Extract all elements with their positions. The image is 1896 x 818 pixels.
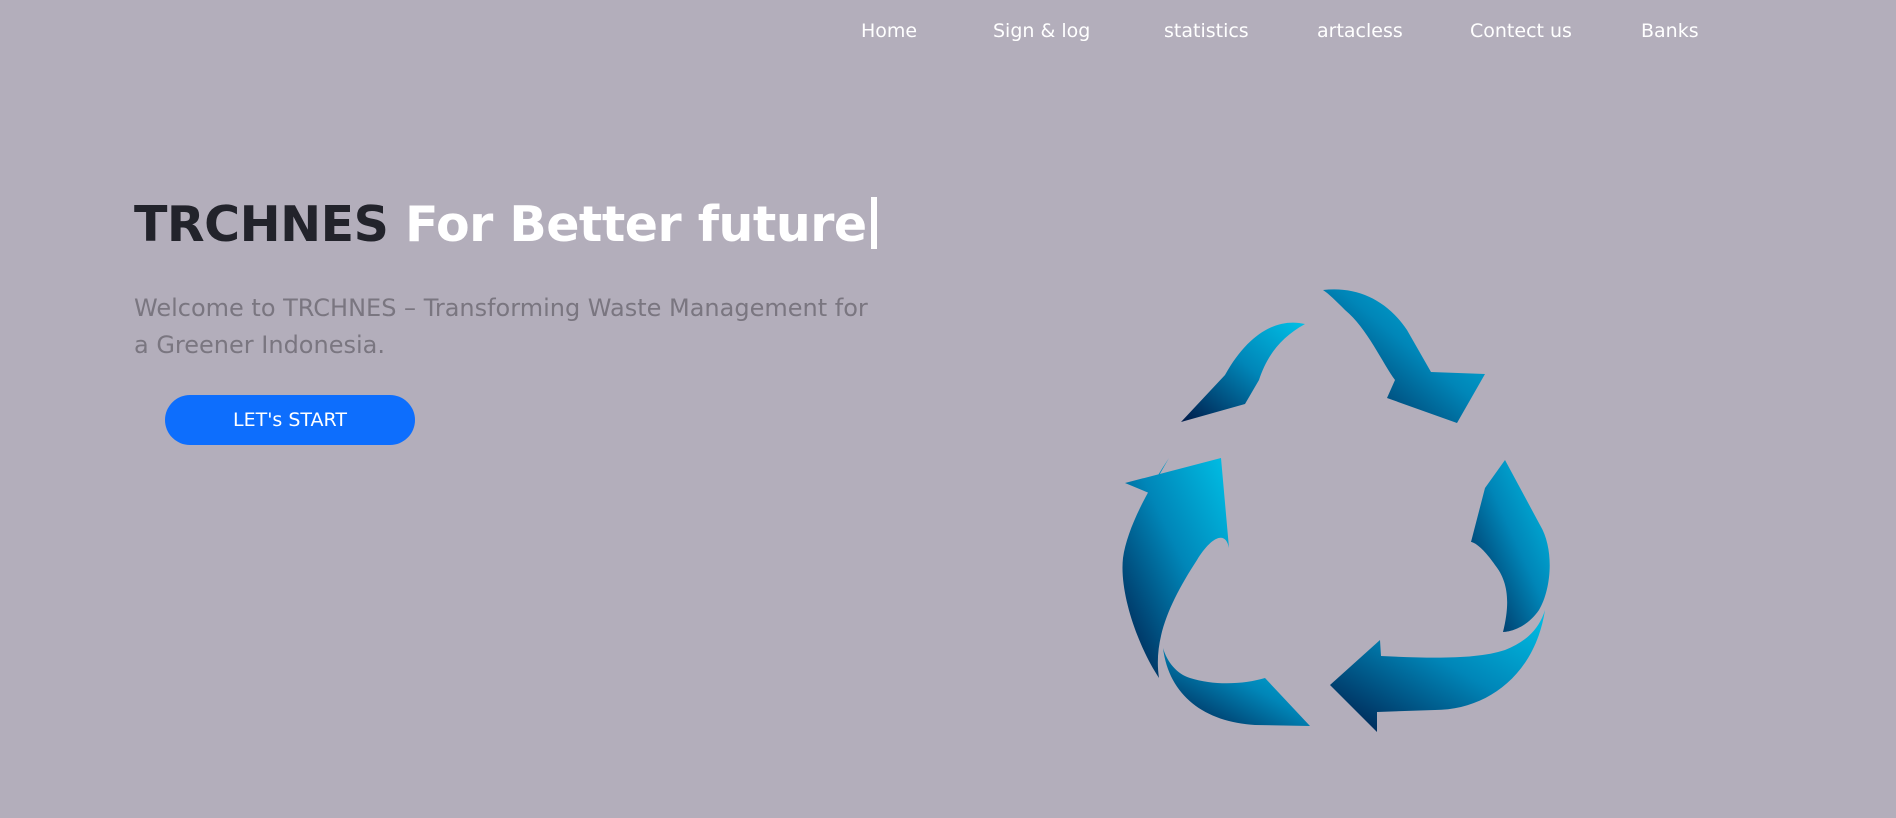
recycle-icon [1122, 289, 1550, 732]
landing-page: Home Sign & log statistics artacless Con… [0, 0, 1896, 818]
nav-link-home[interactable]: Home [861, 20, 917, 42]
top-nav: Home Sign & log statistics artacless Con… [0, 0, 1896, 64]
hero-title: TRCHNES For Better future [134, 190, 877, 260]
nav-link-statistics[interactable]: statistics [1164, 20, 1249, 42]
typing-cursor [870, 197, 877, 249]
nav-link-banks[interactable]: Banks [1641, 20, 1699, 42]
nav-link-sign-log[interactable]: Sign & log [993, 20, 1090, 42]
hero-tagline: For Better future [404, 196, 867, 253]
nav-link-articles[interactable]: artacless [1317, 20, 1403, 42]
lets-start-button[interactable]: LET's START [165, 395, 415, 445]
hero-subtitle: Welcome to TRCHNES – Transforming Waste … [134, 294, 868, 359]
nav-link-contact[interactable]: Contect us [1470, 20, 1572, 42]
brand-name: TRCHNES [134, 196, 389, 253]
